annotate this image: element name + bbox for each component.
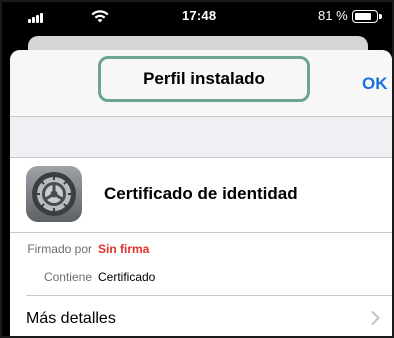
signed-by-label: Firmado por: [27, 242, 92, 256]
signed-by-value: Sin firma: [98, 242, 150, 256]
contains-value: Certificado: [98, 270, 156, 284]
more-details-row[interactable]: Más detalles: [10, 296, 392, 336]
title-highlight-box: Perfil instalado: [98, 56, 310, 102]
status-time: 17:48: [182, 8, 217, 23]
profile-details-section: Certificado de identidad Firmado por Sin…: [10, 158, 392, 336]
contains-label: Contiene: [43, 270, 92, 284]
battery-percentage: 81 %: [318, 8, 348, 23]
settings-gear-icon: [26, 166, 82, 222]
page-title: Perfil instalado: [143, 69, 265, 88]
profile-sheet: Perfil instalado OK Certificado de ident…: [10, 50, 392, 336]
chevron-right-icon: [371, 311, 380, 325]
profile-name: Certificado de identidad: [104, 184, 298, 203]
more-details-label: Más detalles: [26, 310, 116, 327]
navigation-bar: Perfil instalado OK: [10, 50, 392, 117]
profile-header-row: Certificado de identidad: [10, 158, 392, 233]
phone-screen: 17:48 81 % Perfil instalado OK Certifica…: [2, 2, 392, 336]
cellular-signal-icon: [28, 13, 46, 23]
status-bar: 17:48 81 %: [2, 2, 392, 32]
battery-fill: [355, 13, 372, 20]
wifi-icon: [91, 10, 109, 23]
battery-icon: [352, 10, 382, 23]
ok-button[interactable]: OK: [362, 74, 388, 94]
section-spacer: [10, 117, 392, 158]
